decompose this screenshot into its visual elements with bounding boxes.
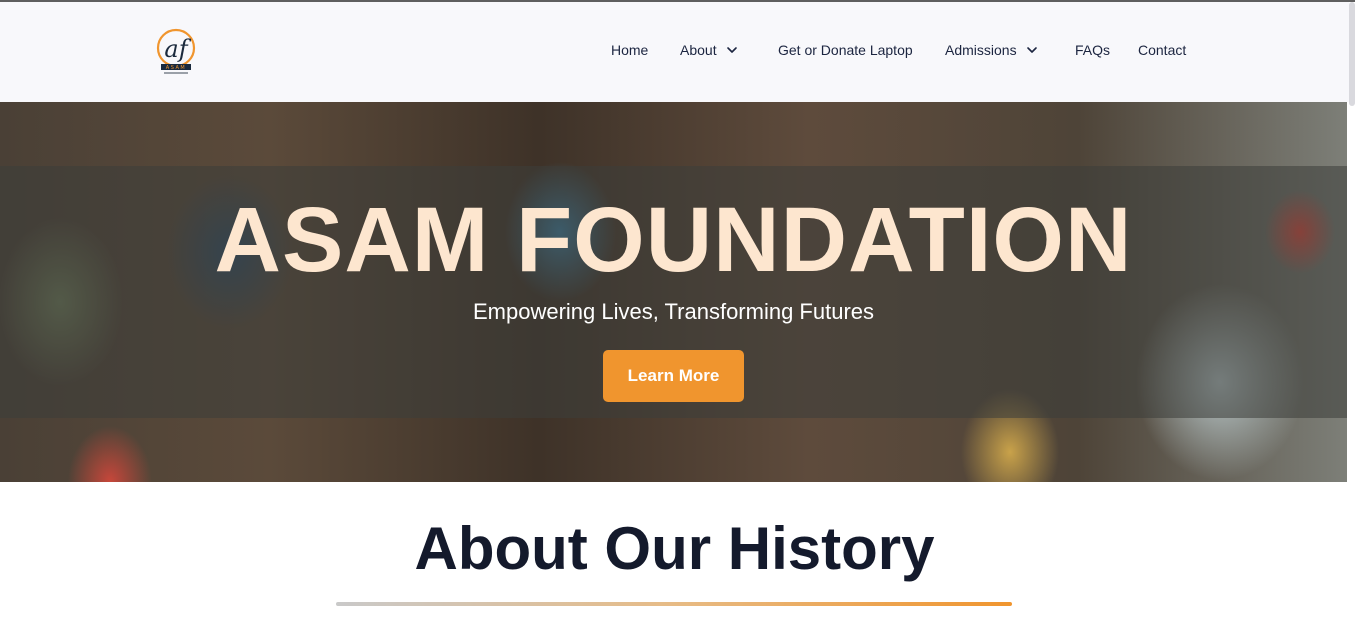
learn-more-button[interactable]: Learn More [603,350,744,402]
main-nav: Home About Get or Donate Laptop Admissio… [0,42,1349,62]
nav-contact[interactable]: Contact [1138,42,1186,58]
page-scrollbar[interactable] [1349,2,1355,106]
nav-about-label: About [680,42,717,58]
hero-title: ASAM FOUNDATION [214,189,1133,291]
nav-contact-label: Contact [1138,42,1187,58]
nav-admissions[interactable]: Admissions [945,42,1038,58]
nav-home-label: Home [611,42,649,58]
nav-admissions-label: Admissions [945,42,1017,58]
hero-subtitle: Empowering Lives, Transforming Futures [472,299,875,324]
chevron-down-icon [726,47,737,53]
nav-about[interactable]: About [680,42,738,58]
svg-text:ASAM: ASAM [166,65,186,71]
site-header: af ASAM Home About Get or Donate Laptop … [0,2,1349,102]
nav-faqs[interactable]: FAQs [1075,42,1110,58]
hero-banner: ASAM FOUNDATION Empowering Lives, Transf… [0,102,1347,482]
heading-divider [336,602,1012,606]
nav-faqs-label: FAQs [1075,42,1111,58]
chevron-down-icon [1026,47,1037,53]
about-history-heading: About Our History [414,515,935,582]
nav-home[interactable]: Home [611,42,648,58]
nav-laptop-label: Get or Donate Laptop [778,42,913,58]
nav-get-or-donate-laptop[interactable]: Get or Donate Laptop [778,42,913,58]
